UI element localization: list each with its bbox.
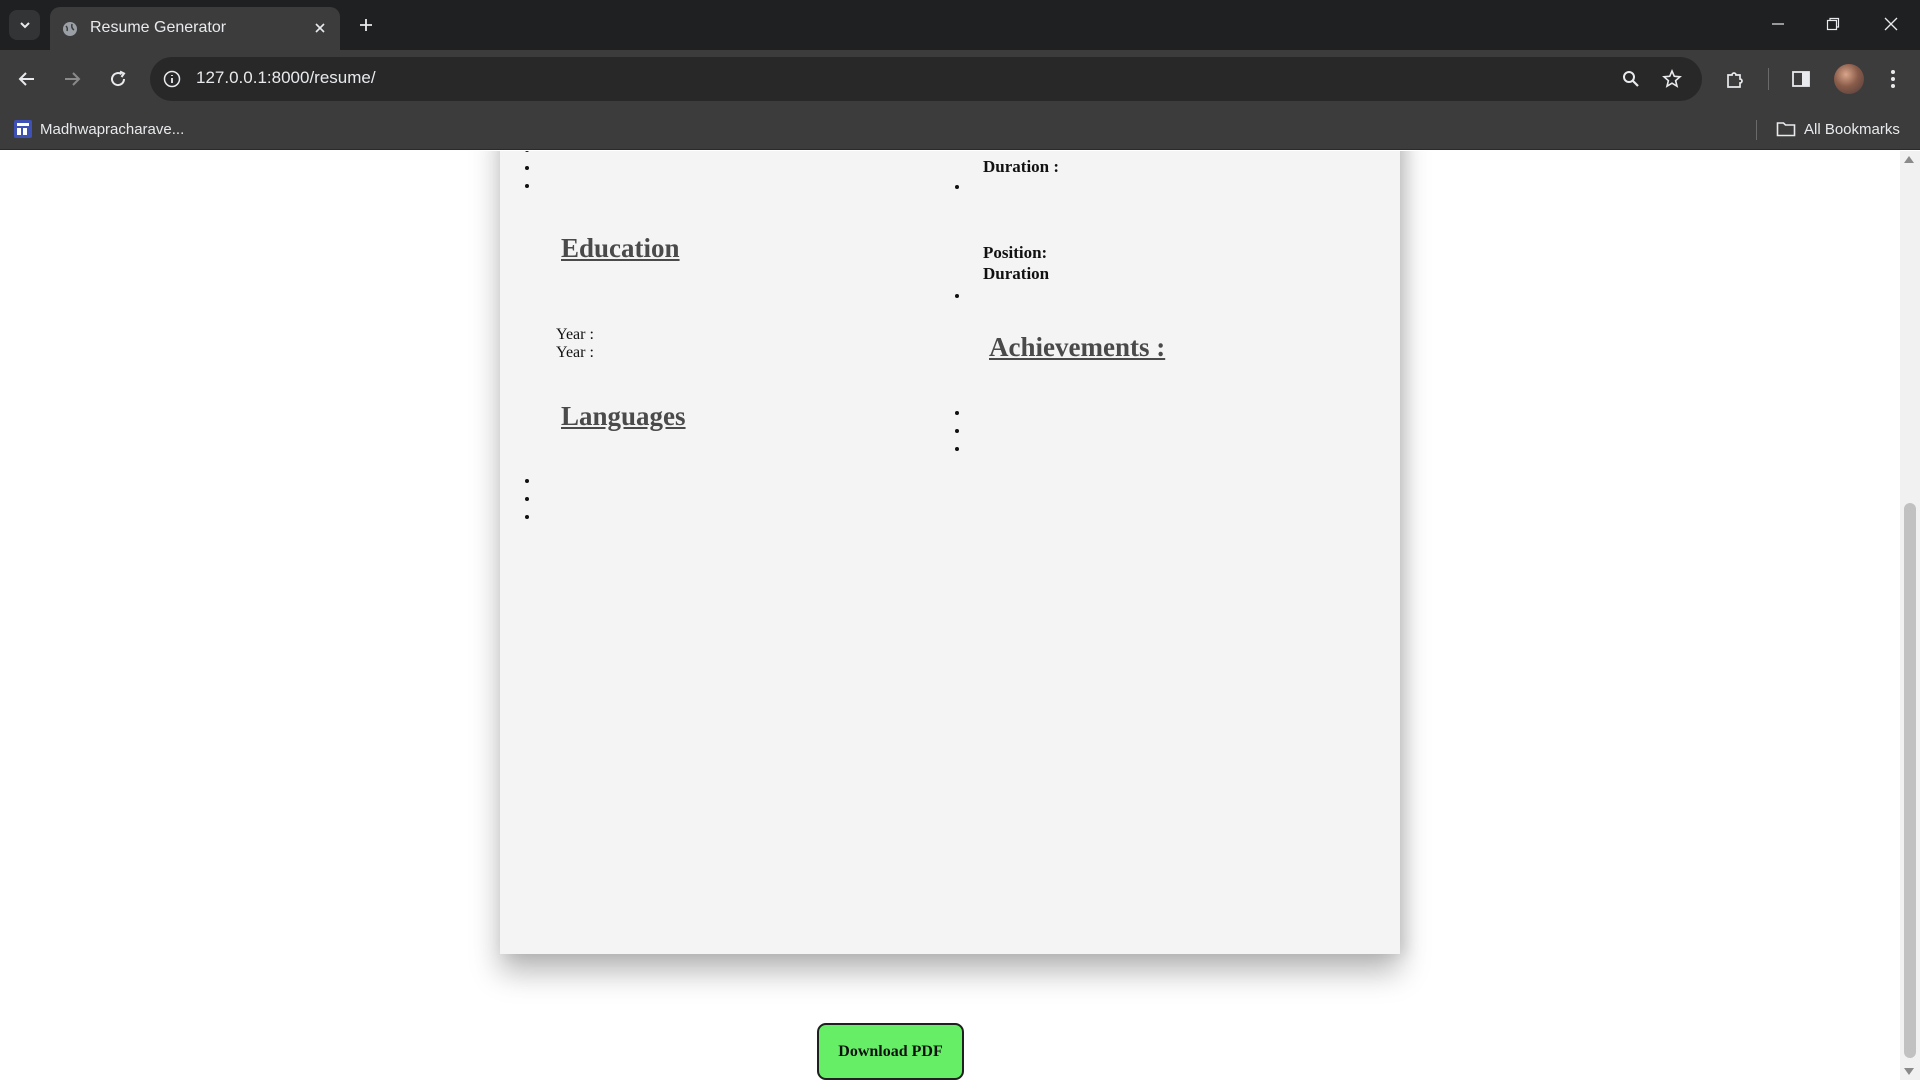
browser-toolbar: 127.0.0.1:8000/resume/ xyxy=(0,50,1920,108)
close-tab-button[interactable] xyxy=(310,18,330,38)
languages-heading: Languages xyxy=(561,401,686,431)
info-icon xyxy=(163,70,181,88)
minimize-icon xyxy=(1772,23,1784,25)
experience-duration: Duration : xyxy=(983,157,1060,176)
scroll-down-arrow-icon[interactable] xyxy=(1904,1068,1914,1075)
puzzle-icon xyxy=(1727,72,1743,88)
restore-button[interactable] xyxy=(1815,8,1851,40)
reload-button[interactable] xyxy=(103,64,133,94)
tab-title: Resume Generator xyxy=(90,19,227,36)
bookmarks-divider xyxy=(1756,120,1757,140)
arrow-right-icon xyxy=(65,72,81,86)
profile-avatar[interactable] xyxy=(1834,64,1864,94)
chevron-down-icon xyxy=(19,22,30,29)
bookmark-label: Madhwapracharave... xyxy=(40,120,185,138)
address-bar[interactable]: 127.0.0.1:8000/resume/ xyxy=(150,57,1702,101)
bookmarks-bar: Madhwapracharave... All Bookmarks xyxy=(0,108,1920,150)
scroll-thumb[interactable] xyxy=(1904,503,1916,1058)
arrow-left-icon xyxy=(18,72,34,86)
reload-icon xyxy=(111,70,126,87)
more-vertical-icon xyxy=(1891,70,1895,88)
experience-duration: Duration xyxy=(983,264,1050,283)
experience-position: Position: xyxy=(983,243,1048,262)
back-button[interactable] xyxy=(12,64,42,94)
resume-sheet: Education Year : Year : Languages Durati… xyxy=(500,151,1400,954)
achievements-heading: Achievements : xyxy=(989,332,1166,362)
education-year: Year : xyxy=(556,344,594,361)
zoom-button[interactable] xyxy=(1619,67,1643,91)
bookmark-site-icon xyxy=(14,120,32,138)
tab-resume-generator[interactable]: Resume Generator xyxy=(50,7,340,50)
bookmark-item[interactable]: Madhwapracharave... xyxy=(14,118,184,140)
minimize-button[interactable] xyxy=(1760,8,1796,40)
side-panel-button[interactable] xyxy=(1786,64,1816,94)
close-icon xyxy=(1884,17,1898,31)
all-bookmarks-button[interactable]: All Bookmarks xyxy=(1776,118,1900,140)
site-info-button[interactable] xyxy=(160,67,184,91)
tab-search-button[interactable] xyxy=(9,10,40,40)
forward-button[interactable] xyxy=(57,64,87,94)
toolbar-divider xyxy=(1768,68,1769,90)
url-text[interactable]: 127.0.0.1:8000/resume/ xyxy=(196,68,376,88)
zoom-icon xyxy=(1623,71,1639,87)
bookmark-star-button[interactable] xyxy=(1660,67,1684,91)
education-heading: Education xyxy=(561,233,680,263)
scroll-up-arrow-icon[interactable] xyxy=(1904,156,1914,163)
globe-icon xyxy=(63,22,77,36)
new-tab-button[interactable] xyxy=(354,13,378,37)
close-icon xyxy=(315,23,325,33)
extensions-button[interactable] xyxy=(1720,64,1750,94)
folder-icon xyxy=(1776,122,1796,137)
star-icon xyxy=(1662,69,1682,88)
plus-icon xyxy=(360,19,372,31)
all-bookmarks-label: All Bookmarks xyxy=(1804,120,1900,138)
tab-strip: Resume Generator xyxy=(0,0,1920,50)
menu-button[interactable] xyxy=(1878,64,1908,94)
education-year: Year : xyxy=(556,326,594,343)
restore-icon xyxy=(1826,17,1840,31)
download-pdf-button[interactable]: Download PDF xyxy=(817,1023,964,1080)
page-scrollbar[interactable] xyxy=(1900,151,1920,1080)
close-window-button[interactable] xyxy=(1873,8,1909,40)
page-viewport: Education Year : Year : Languages Durati… xyxy=(0,151,1900,1080)
side-panel-icon xyxy=(1792,71,1810,87)
